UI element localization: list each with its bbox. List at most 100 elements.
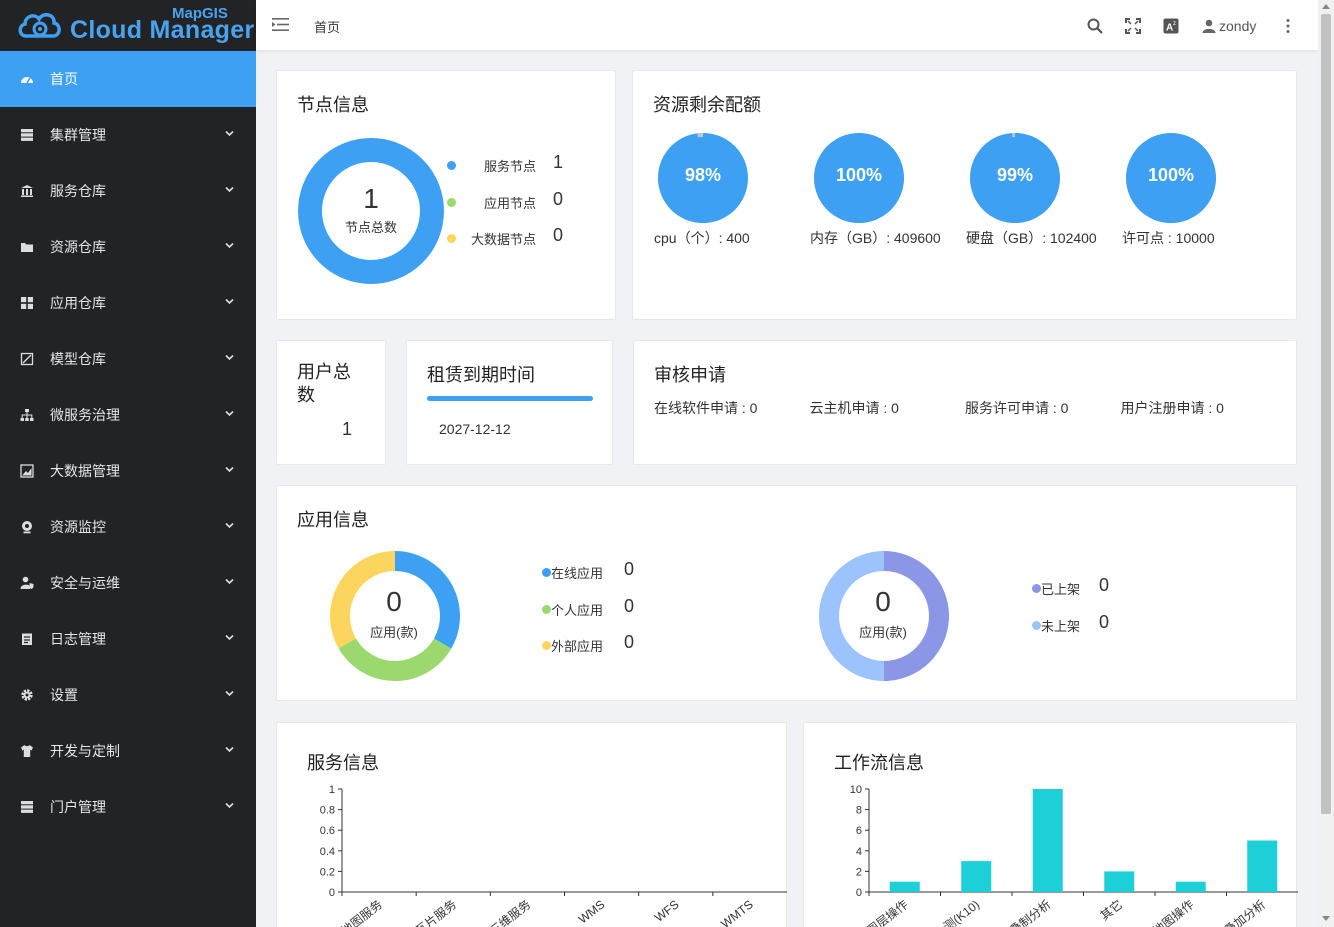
node-info-card: 节点信息 1 节点总数 服务节点 1 应用节点 0 大数据节点 0 (276, 70, 616, 320)
app-category-total: 0 (386, 586, 402, 617)
app-legend-label: 个人应用 (551, 602, 604, 618)
user-menu[interactable]: zondy (1202, 18, 1256, 34)
audit-item[interactable]: 用户注册申请 : 0 (1121, 398, 1224, 418)
breadcrumb[interactable]: 首页 (314, 17, 340, 36)
chevron-down-icon (225, 522, 234, 529)
service-info-card: 服务信息 0 0.2 0.4 0.6 0.8 1 地图服务 瓦片服务 三维服务 WMS WFS WMT… (276, 722, 787, 927)
chevron-down-icon (225, 242, 234, 249)
lease-card: 租赁到期时间 2027-12-12 (406, 340, 613, 465)
scroll-up-arrow-icon[interactable] (1322, 4, 1330, 9)
chevron-down-icon (225, 802, 234, 809)
audit-item[interactable]: 服务许可申请 : 0 (965, 398, 1068, 418)
user-icon (1202, 19, 1216, 33)
app-info-card: 应用信息 0 应用(款) 在线应用 0 个人应用 0 外部应用 0 0 应用(款) 已上架… (276, 485, 1297, 701)
x-tick-label: 叠制分析 (1007, 897, 1053, 927)
logo[interactable]: MapGIS Cloud Manager (0, 0, 256, 51)
language-icon[interactable]: A z (1163, 18, 1179, 34)
more-vertical-icon[interactable] (1280, 18, 1296, 34)
quota-gauge-percent: 100% (835, 165, 883, 185)
x-tick-label: 图层操作 (864, 897, 911, 927)
quota-gauge-percent: 98% (684, 165, 722, 185)
quota-gauge-label: 硬盘（GB）: 102400 (966, 230, 1097, 246)
audit-item[interactable]: 在线软件申请 : 0 (654, 398, 757, 418)
chevron-down-icon (225, 578, 234, 585)
scroll-down-arrow-icon[interactable] (1322, 916, 1330, 921)
y-tick-label: 8 (856, 805, 862, 817)
sidebar-item-2[interactable]: 服务仓库 (0, 163, 256, 219)
quota-gauge-label: cpu（个）: 400 (654, 230, 750, 246)
audit-item[interactable]: 云主机申请 : 0 (810, 398, 899, 418)
sidebar-item-3[interactable]: 资源仓库 (0, 219, 256, 275)
sidebar-item-label: 门户管理 (50, 799, 106, 815)
menu-collapse-icon[interactable] (272, 17, 289, 32)
audit-card: 审核申请 在线软件申请 : 0 云主机申请 : 0 服务许可申请 : 0 用户注册申请… (633, 340, 1297, 465)
quota-gauge-label: 内存（GB）: 409600 (810, 230, 941, 246)
lease-date: 2027-12-12 (439, 421, 511, 437)
legend-dot (1032, 620, 1041, 630)
app-shelf-total: 0 (875, 586, 891, 617)
sidebar-item-4[interactable]: 应用仓库 (0, 275, 256, 331)
sidebar-item-label: 安全与运维 (50, 575, 120, 591)
cloud-gear-logo-icon (18, 13, 61, 38)
app-shelf-unit: 应用(款) (859, 625, 907, 640)
page-scrollbar[interactable] (1318, 0, 1334, 927)
chevron-down-icon (225, 746, 234, 753)
legend-dot (542, 641, 551, 650)
app-legend-label: 已上架 (1041, 582, 1081, 597)
search-icon[interactable] (1087, 18, 1103, 34)
sidebar-item-11[interactable]: 设置 (0, 667, 256, 723)
sidebar-item-6[interactable]: 微服务治理 (0, 387, 256, 443)
bar (1032, 789, 1063, 892)
grid-icon (21, 297, 33, 309)
sidebar-item-7[interactable]: 大数据管理 (0, 443, 256, 499)
user-shield-icon (20, 576, 34, 589)
fullscreen-icon[interactable] (1125, 18, 1141, 34)
sidebar-item-8[interactable]: 资源监控 (0, 499, 256, 555)
app-legend-value: 0 (1099, 611, 1110, 632)
sidebar-item-label: 首页 (50, 71, 78, 87)
app-legend-item: 个人应用 (542, 600, 603, 619)
sidebar-item-10[interactable]: 日志管理 (0, 611, 256, 667)
x-tick-label: WMTS (718, 897, 756, 927)
sidebar-menu: 首页集群管理 服务仓库 资源仓库 应用仓库模型仓库微服务治理 大数据管理 资源监控安全与运… (0, 51, 256, 835)
quota-gauge-percent: 100% (1147, 165, 1195, 185)
bar (1247, 840, 1278, 892)
quota-gauge-percent: 99% (996, 165, 1034, 185)
sidebar-item-1[interactable]: 集群管理 (0, 107, 256, 163)
x-tick-label: WMS (576, 897, 608, 926)
app-legend-item: 已上架 (1032, 579, 1080, 598)
sidebar-item-9[interactable]: 安全与运维 (0, 555, 256, 611)
chevron-down-icon (225, 634, 234, 641)
gear-icon (21, 689, 33, 701)
chevron-down-icon (225, 354, 234, 361)
x-tick-label: 瓦片服务 (412, 897, 459, 927)
chevron-down-icon (225, 410, 234, 417)
chart-area-icon (20, 464, 34, 478)
webcam-icon (22, 521, 32, 534)
app-legend-value: 0 (624, 559, 635, 579)
sidebar-item-13[interactable]: 门户管理 (0, 779, 256, 835)
shirt-icon (21, 745, 33, 757)
quota-title: 资源剩余配额 (653, 95, 761, 115)
chevron-down-icon (225, 466, 234, 473)
chevron-down-icon (225, 298, 234, 305)
app-legend-label: 外部应用 (551, 639, 604, 654)
sidebar-item-0[interactable]: 首页 (0, 51, 256, 107)
app-legend-label: 在线应用 (551, 566, 604, 581)
quota-gauge-label: 许可点 : 10000 (1122, 230, 1215, 246)
y-tick-label: 0 (856, 887, 862, 899)
username: zondy (1219, 18, 1257, 34)
sidebar-item-label: 模型仓库 (50, 351, 106, 367)
user-total-title: 用户总数 (297, 362, 351, 405)
logo-cloud-manager-text: Cloud Manager (70, 16, 255, 44)
legend-dot (1032, 584, 1041, 593)
bank-icon (21, 185, 33, 197)
node-legend-value: 0 (553, 188, 564, 209)
sidebar-item-5[interactable]: 模型仓库 (0, 331, 256, 387)
sidebar-item-12[interactable]: 开发与定制 (0, 723, 256, 779)
topbar: 首页 A z zondy (256, 0, 1318, 50)
user-total-card: 用户总数 1 (276, 340, 386, 465)
scrollbar-thumb[interactable] (1321, 14, 1331, 814)
app-category-unit: 应用(款) (370, 625, 418, 640)
y-tick-label: 4 (856, 846, 862, 858)
